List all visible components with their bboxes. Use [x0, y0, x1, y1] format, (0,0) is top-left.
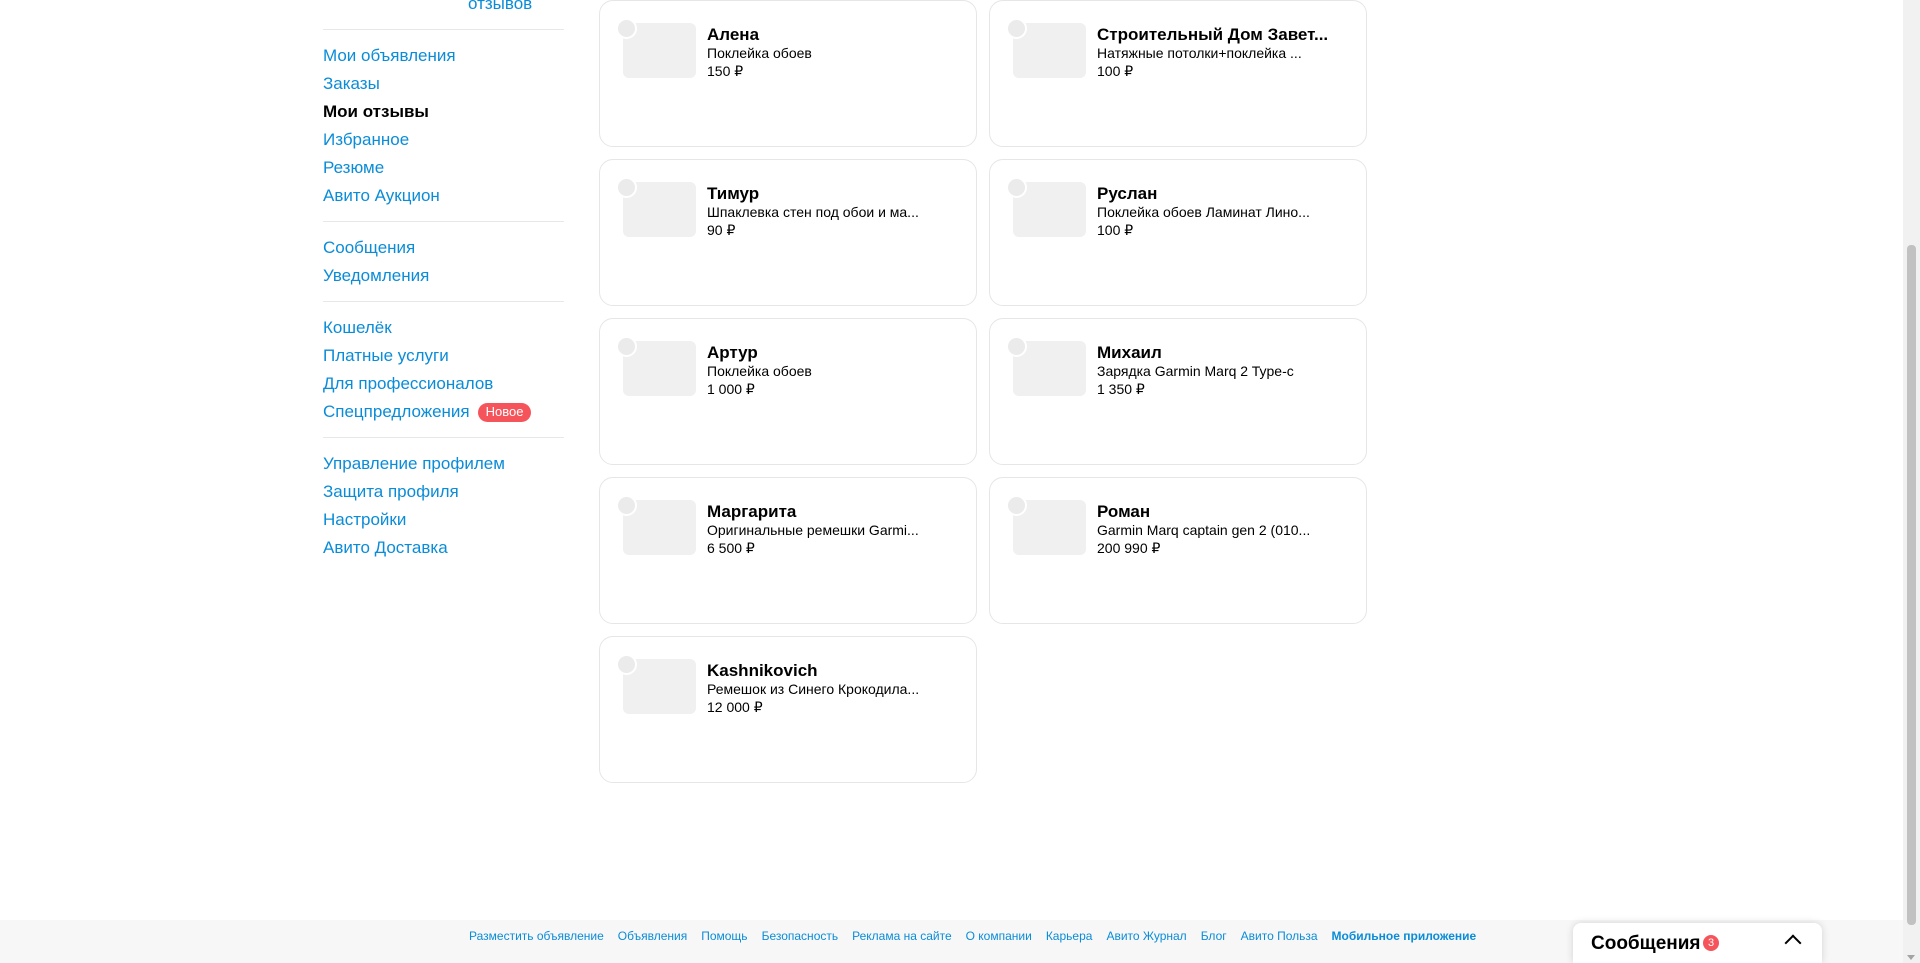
sidebar-item-wallet[interactable]: Кошелёк	[323, 314, 564, 342]
reviewer-name: Тимур	[707, 184, 760, 203]
new-badge: Новое	[477, 402, 532, 422]
reviewer-name: Михаил	[1097, 343, 1162, 362]
profile-rating-fragment: отзывов	[323, 0, 564, 30]
avatar	[1006, 177, 1027, 198]
sidebar-item-profile-protection[interactable]: Защита профиля	[323, 478, 564, 506]
item-price: 90 ₽	[707, 222, 736, 238]
sidebar-item-resume[interactable]: Резюме	[323, 154, 564, 182]
reviewer-name: Артур	[707, 343, 758, 362]
footer-link-mobile-app[interactable]: Мобильное приложение	[1332, 929, 1477, 943]
review-card[interactable]: Роман Garmin Marq captain gen 2 (010... …	[989, 477, 1367, 624]
item-price: 150 ₽	[707, 63, 744, 79]
sidebar: отзывов Мои объявления Заказы Мои отзывы…	[323, 0, 564, 573]
messages-panel-title: Сообщения	[1591, 933, 1701, 954]
scrollbar-thumb[interactable]	[1907, 245, 1916, 925]
item-price: 6 500 ₽	[707, 540, 755, 556]
avatar	[616, 336, 637, 357]
unread-count-badge: 3	[1703, 935, 1719, 951]
item-title: Поклейка обоев Ламинат Лино...	[1097, 204, 1310, 220]
footer-link-ads[interactable]: Объявления	[618, 929, 687, 943]
reviewer-name: Строительный Дом Завет...	[1097, 25, 1329, 44]
sidebar-item-delivery[interactable]: Авито Доставка	[323, 534, 564, 562]
avatar	[616, 495, 637, 516]
sidebar-item-settings[interactable]: Настройки	[323, 506, 564, 534]
messages-panel[interactable]: Сообщения 3	[1573, 923, 1822, 963]
sidebar-item-favorites[interactable]: Избранное	[323, 126, 564, 154]
scrollbar[interactable]	[1903, 0, 1920, 963]
item-price: 1 000 ₽	[707, 381, 755, 397]
item-title: Оригинальные ремешки Garmi...	[707, 522, 919, 538]
item-title: Поклейка обоев	[707, 363, 812, 379]
item-price: 100 ₽	[1097, 63, 1134, 79]
reviewer-name: Роман	[1097, 502, 1151, 521]
item-title: Натяжные потолки+поклейка ...	[1097, 45, 1302, 61]
review-card[interactable]: Алена Поклейка обоев 150 ₽	[599, 0, 977, 147]
footer-link-blog[interactable]: Блог	[1201, 929, 1227, 943]
chevron-up-icon[interactable]	[1784, 934, 1802, 952]
scroll-down-arrow-icon[interactable]	[1907, 955, 1915, 960]
footer-link-post-ad[interactable]: Разместить объявление	[469, 929, 604, 943]
review-card[interactable]: Михаил Зарядка Garmin Marq 2 Type-c 1 35…	[989, 318, 1367, 465]
item-title: Ремешок из Синего Крокодила...	[707, 681, 920, 697]
footer-link-benefit[interactable]: Авито Польза	[1241, 929, 1318, 943]
item-price: 100 ₽	[1097, 222, 1134, 238]
nav-group-messages: Сообщения Уведомления	[323, 222, 564, 302]
item-price: 1 350 ₽	[1097, 381, 1145, 397]
sidebar-item-auction[interactable]: Авито Аукцион	[323, 182, 564, 210]
sidebar-item-for-pros[interactable]: Для профессионалов	[323, 370, 564, 398]
nav-group-finance: Кошелёк Платные услуги Для профессионало…	[323, 302, 564, 438]
sidebar-item-orders[interactable]: Заказы	[323, 70, 564, 98]
item-price: 12 000 ₽	[707, 699, 763, 715]
avatar	[1006, 336, 1027, 357]
item-title: Зарядка Garmin Marq 2 Type-c	[1097, 363, 1294, 379]
avatar	[616, 177, 637, 198]
nav-group-ads: Мои объявления Заказы Мои отзывы Избранн…	[323, 30, 564, 222]
footer-link-help[interactable]: Помощь	[701, 929, 747, 943]
footer-links: Разместить объявление Объявления Помощь …	[469, 929, 1476, 943]
footer-link-about[interactable]: О компании	[966, 929, 1032, 943]
avatar	[616, 18, 637, 39]
footer-link-journal[interactable]: Авито Журнал	[1106, 929, 1186, 943]
sidebar-item-notifications[interactable]: Уведомления	[323, 262, 564, 290]
footer-link-advertising[interactable]: Реклама на сайте	[852, 929, 952, 943]
sidebar-item-label: Спецпредложения	[323, 402, 470, 421]
reviewer-name: Kashnikovich	[707, 661, 818, 680]
review-card[interactable]: Артур Поклейка обоев 1 000 ₽	[599, 318, 977, 465]
footer-link-career[interactable]: Карьера	[1046, 929, 1093, 943]
sidebar-item-my-reviews[interactable]: Мои отзывы	[323, 98, 564, 126]
sidebar-item-my-ads[interactable]: Мои объявления	[323, 42, 564, 70]
avatar	[1006, 18, 1027, 39]
item-title: Garmin Marq captain gen 2 (010...	[1097, 522, 1311, 538]
avatar	[616, 654, 637, 675]
sidebar-item-paid-services[interactable]: Платные услуги	[323, 342, 564, 370]
item-price: 200 990 ₽	[1097, 540, 1161, 556]
reviewer-name: Алена	[707, 25, 760, 44]
reviewer-name: Руслан	[1097, 184, 1158, 203]
review-card[interactable]: Руслан Поклейка обоев Ламинат Лино... 10…	[989, 159, 1367, 306]
review-card[interactable]: Тимур Шпаклевка стен под обои и ма... 90…	[599, 159, 977, 306]
footer-link-security[interactable]: Безопасность	[762, 929, 839, 943]
review-card[interactable]: Строительный Дом Завет... Натяжные потол…	[989, 0, 1367, 147]
reviewer-name: Маргарита	[707, 502, 797, 521]
avatar	[1006, 495, 1027, 516]
review-card[interactable]: Маргарита Оригинальные ремешки Garmi... …	[599, 477, 977, 624]
sidebar-item-messages[interactable]: Сообщения	[323, 234, 564, 262]
sidebar-item-profile-management[interactable]: Управление профилем	[323, 450, 564, 478]
item-title: Шпаклевка стен под обои и ма...	[707, 204, 919, 220]
item-title: Поклейка обоев	[707, 45, 812, 61]
reviews-count-link[interactable]: отзывов	[468, 0, 532, 14]
review-card[interactable]: Kashnikovich Ремешок из Синего Крокодила…	[599, 636, 977, 783]
sidebar-item-special-offers[interactable]: Спецпредложения Новое	[323, 398, 564, 426]
nav-group-profile: Управление профилем Защита профиля Настр…	[323, 438, 564, 573]
